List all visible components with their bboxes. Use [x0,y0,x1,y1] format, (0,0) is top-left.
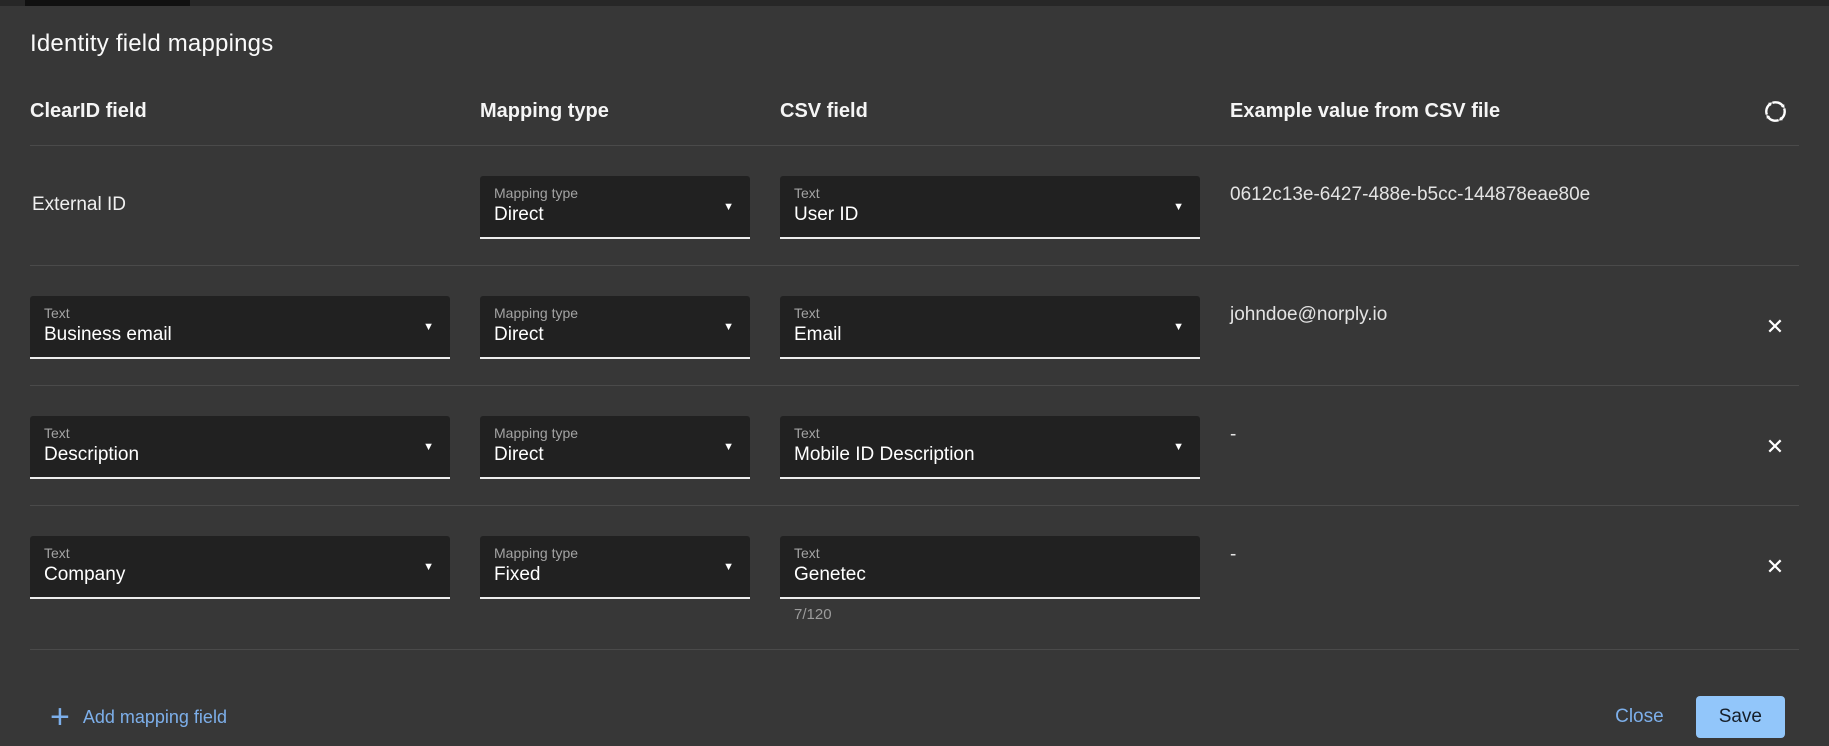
sync-icon [1762,98,1789,125]
page-title: Identity field mappings [30,6,1799,58]
column-header-mapping-type: Mapping type [480,100,750,123]
window-top-edge-segment [25,0,190,6]
select-label: Mapping type [494,185,736,201]
table-header-row: ClearID field Mapping type CSV field Exa… [30,58,1799,146]
save-button[interactable]: Save [1696,696,1785,738]
select-label: Mapping type [494,305,736,321]
mapping-row-description: Text Description ▼ Mapping type Direct ▼… [30,386,1799,506]
select-value: Description [44,442,436,467]
select-value: Company [44,562,436,587]
select-label: Text [44,425,436,441]
fixed-value-field: Text [780,536,1200,599]
close-icon: ✕ [1766,554,1784,579]
fixed-value-input[interactable] [794,562,1186,587]
select-value: Direct [494,442,736,467]
mapping-type-select[interactable]: Mapping type Fixed ▼ [480,536,750,599]
close-icon: ✕ [1766,434,1784,459]
clearid-field-static-label: External ID [30,194,450,216]
select-value: User ID [794,202,1186,227]
window-top-edge [0,0,1829,6]
select-value: Direct [494,322,736,347]
refresh-mappings-button[interactable] [1762,98,1789,125]
mapping-row-company: Text Company ▼ Mapping type Fixed ▼ Text… [30,506,1799,650]
select-label: Mapping type [494,545,736,561]
remove-mapping-button[interactable]: ✕ [1760,552,1790,582]
select-label: Mapping type [494,425,736,441]
close-icon: ✕ [1766,314,1784,339]
mapping-type-select[interactable]: Mapping type Direct ▼ [480,296,750,359]
example-value: - [1230,542,1721,567]
clearid-field-select[interactable]: Text Company ▼ [30,536,450,599]
mapping-type-select[interactable]: Mapping type Direct ▼ [480,416,750,479]
mapping-row-external-id: External ID Mapping type Direct ▼ Text U… [30,146,1799,266]
mapping-type-select[interactable]: Mapping type Direct ▼ [480,176,750,239]
example-value: johndoe@norply.io [1230,302,1721,327]
select-label: Text [794,305,1186,321]
add-mapping-field-button[interactable]: + Add mapping field [50,705,227,729]
remove-mapping-button[interactable]: ✕ [1760,312,1790,342]
select-value: Mobile ID Description [794,442,1186,467]
column-header-example-value: Example value from CSV file [1230,100,1721,123]
add-mapping-field-label: Add mapping field [83,707,227,728]
clearid-field-select[interactable]: Text Description ▼ [30,416,450,479]
csv-field-select[interactable]: Text Mobile ID Description ▼ [780,416,1200,479]
identity-field-mappings-dialog: Identity field mappings ClearID field Ma… [0,6,1829,738]
select-value: Email [794,322,1186,347]
select-value: Direct [494,202,736,227]
select-label: Text [794,185,1186,201]
select-value: Fixed [494,562,736,587]
dialog-footer: + Add mapping field Close Save [30,650,1799,738]
close-button[interactable]: Close [1611,700,1668,734]
plus-icon: + [50,705,70,729]
input-label: Text [794,545,1186,561]
csv-field-select[interactable]: Text Email ▼ [780,296,1200,359]
csv-fixed-value-cell: Text 7/120 [780,536,1200,623]
csv-field-select[interactable]: Text User ID ▼ [780,176,1200,239]
select-label: Text [794,425,1186,441]
footer-actions: Close Save [1611,696,1785,738]
column-header-clearid-field: ClearID field [30,100,450,123]
remove-mapping-button[interactable]: ✕ [1760,432,1790,462]
example-value: 0612c13e-6427-488e-b5cc-144878eae80e [1230,182,1721,207]
select-label: Text [44,305,436,321]
select-value: Business email [44,322,436,347]
example-value: - [1230,422,1721,447]
character-counter: 7/120 [794,606,1200,623]
select-label: Text [44,545,436,561]
clearid-field-select[interactable]: Text Business email ▼ [30,296,450,359]
column-header-csv-field: CSV field [780,100,1200,123]
mapping-row-business-email: Text Business email ▼ Mapping type Direc… [30,266,1799,386]
